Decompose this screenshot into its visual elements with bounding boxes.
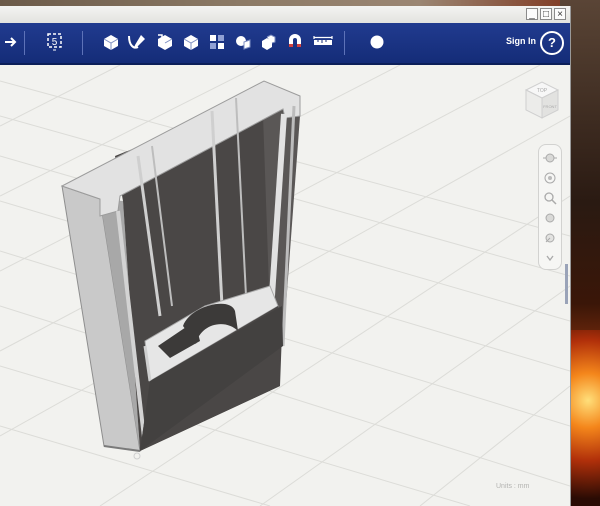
snap-magnet-icon[interactable] (284, 29, 306, 55)
3d-viewport[interactable] (0, 64, 570, 506)
chevron-down-icon[interactable] (543, 251, 557, 265)
measure-icon[interactable] (312, 29, 334, 55)
viewcube-front-label: FRONT (543, 104, 557, 109)
help-button[interactable]: ? (540, 31, 564, 55)
model-canvas (0, 64, 570, 506)
layer-badge: 5 (52, 37, 58, 48)
material-sphere-icon[interactable] (366, 29, 388, 55)
app-window: _ □ × 5 Sign In ? TOP FRONT Units: mm (0, 6, 570, 506)
look-icon[interactable] (543, 231, 557, 245)
toolbar-separator (344, 31, 345, 55)
toolbar-separator (82, 31, 83, 55)
title-bar: _ □ × (0, 6, 570, 24)
zoom-icon[interactable] (543, 191, 557, 205)
combine-icon[interactable] (258, 29, 280, 55)
sketch-curve-icon[interactable] (126, 29, 148, 55)
orbit-icon[interactable] (543, 171, 557, 185)
scroll-indicator[interactable] (565, 264, 568, 304)
main-toolbar: 5 Sign In ? (0, 23, 570, 65)
primitive-box-icon[interactable] (100, 29, 122, 55)
layer-icon[interactable]: 5 (44, 29, 66, 55)
fit-view-icon[interactable] (543, 211, 557, 225)
window-controls: _ □ × (526, 8, 566, 20)
sign-in-link[interactable]: Sign In (506, 36, 536, 46)
viewcube-top-label: TOP (537, 88, 548, 94)
units-label: Units : mm (496, 483, 530, 490)
arrow-icon[interactable] (0, 29, 22, 55)
construct-icon[interactable] (154, 29, 176, 55)
minimize-button[interactable]: _ (526, 8, 538, 20)
toolbar-separator (24, 31, 25, 55)
pattern-icon[interactable] (206, 29, 228, 55)
view-cube[interactable]: TOP FRONT (522, 78, 562, 127)
grouping-icon[interactable] (232, 29, 254, 55)
navigation-bar (538, 144, 562, 270)
close-button[interactable]: × (554, 8, 566, 20)
modify-icon[interactable] (180, 29, 202, 55)
maximize-button[interactable]: □ (540, 8, 552, 20)
case-model (60, 80, 301, 460)
pan-icon[interactable] (543, 151, 557, 165)
